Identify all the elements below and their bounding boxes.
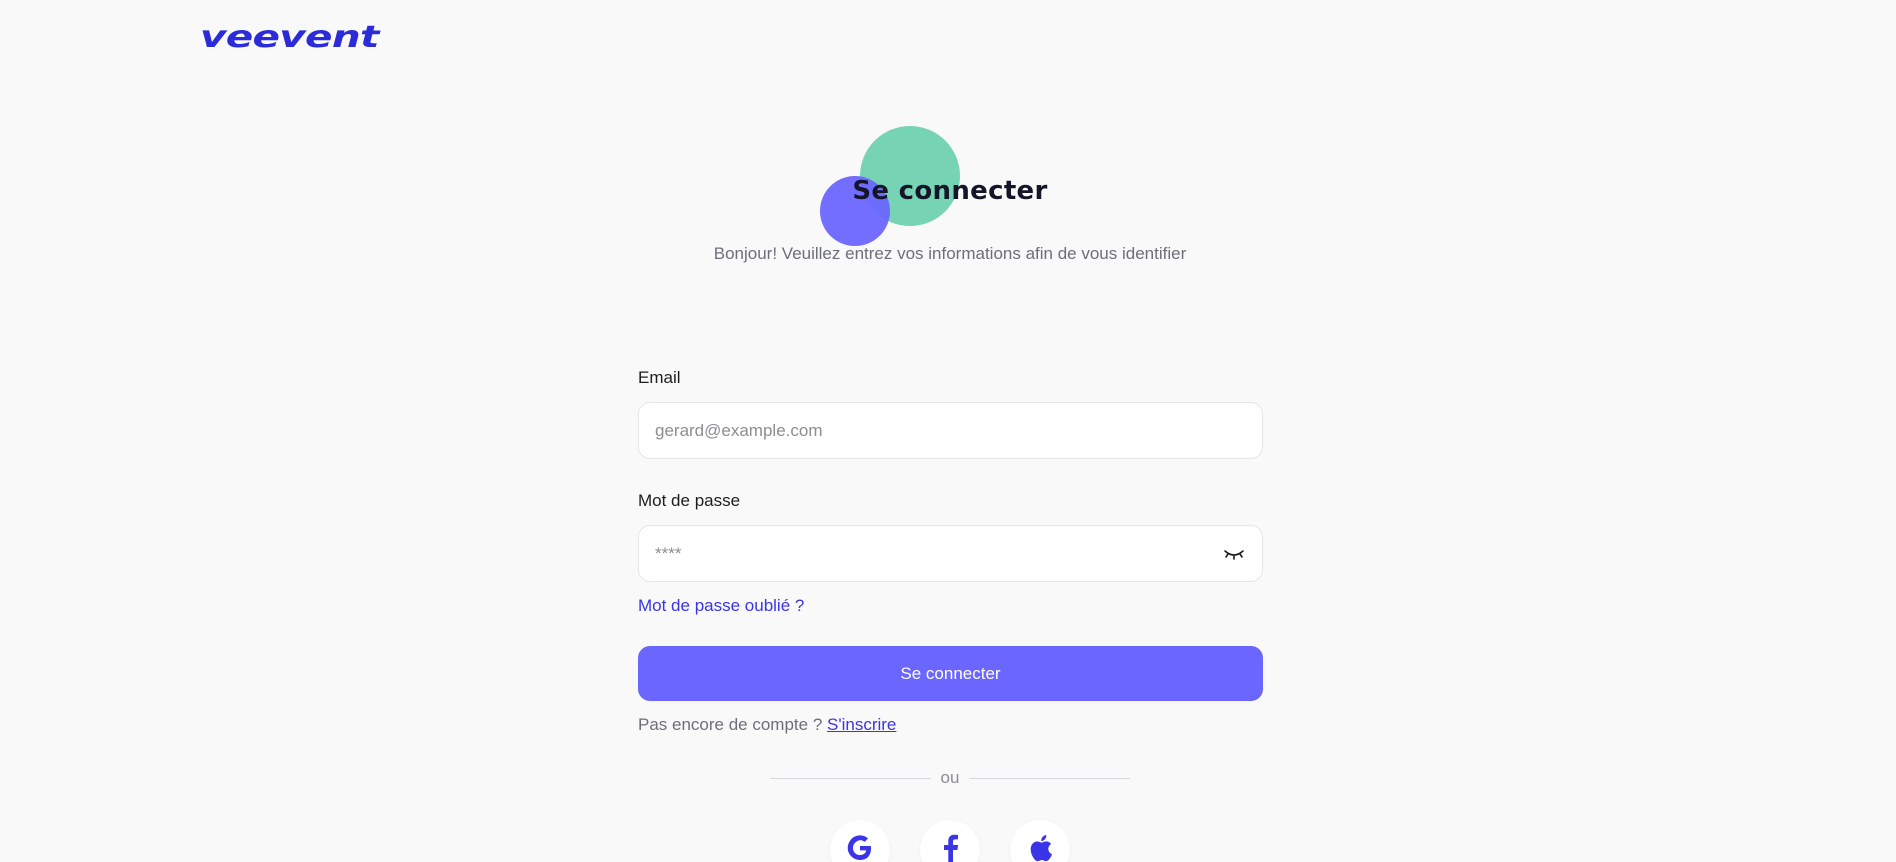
forgot-password-link[interactable]: Mot de passe oublié ? xyxy=(638,596,804,616)
divider-line-right xyxy=(969,777,1131,779)
login-submit-button[interactable]: Se connecter xyxy=(638,646,1263,701)
divider-line-left xyxy=(770,777,931,779)
page-subtitle: Bonjour! Veuillez entrez vos information… xyxy=(713,244,1187,263)
login-form: Email Mot de passe Mot de passe oub xyxy=(638,368,1263,735)
divider-label: ou xyxy=(940,768,960,787)
apple-icon xyxy=(1027,833,1053,862)
facebook-login-button[interactable] xyxy=(920,820,980,862)
facebook-icon xyxy=(939,833,961,862)
password-input[interactable] xyxy=(639,526,1262,581)
email-group: Email xyxy=(638,368,1263,459)
password-group: Mot de passe xyxy=(638,491,1263,582)
email-label: Email xyxy=(638,368,681,387)
eye-closed-icon[interactable] xyxy=(1222,544,1246,564)
google-icon xyxy=(845,833,875,862)
apple-login-button[interactable] xyxy=(1010,820,1070,862)
signup-link[interactable]: S'inscrire xyxy=(827,715,896,734)
signup-line: Pas encore de compte ? S'inscrire xyxy=(638,715,1263,735)
veevent-logo[interactable]: veevent xyxy=(200,20,379,55)
google-login-button[interactable] xyxy=(830,820,890,862)
login-page: veevent Se connecter Bonjour! Veuillez e… xyxy=(0,0,1896,862)
email-input[interactable] xyxy=(639,403,1262,458)
email-field-wrapper xyxy=(638,402,1263,459)
page-title: Se connecter xyxy=(852,176,1048,206)
social-login-group xyxy=(830,820,1070,862)
signup-prompt: Pas encore de compte ? xyxy=(638,715,823,734)
or-divider: ou xyxy=(770,768,1131,788)
password-label: Mot de passe xyxy=(638,491,741,510)
password-field-wrapper xyxy=(638,525,1263,582)
